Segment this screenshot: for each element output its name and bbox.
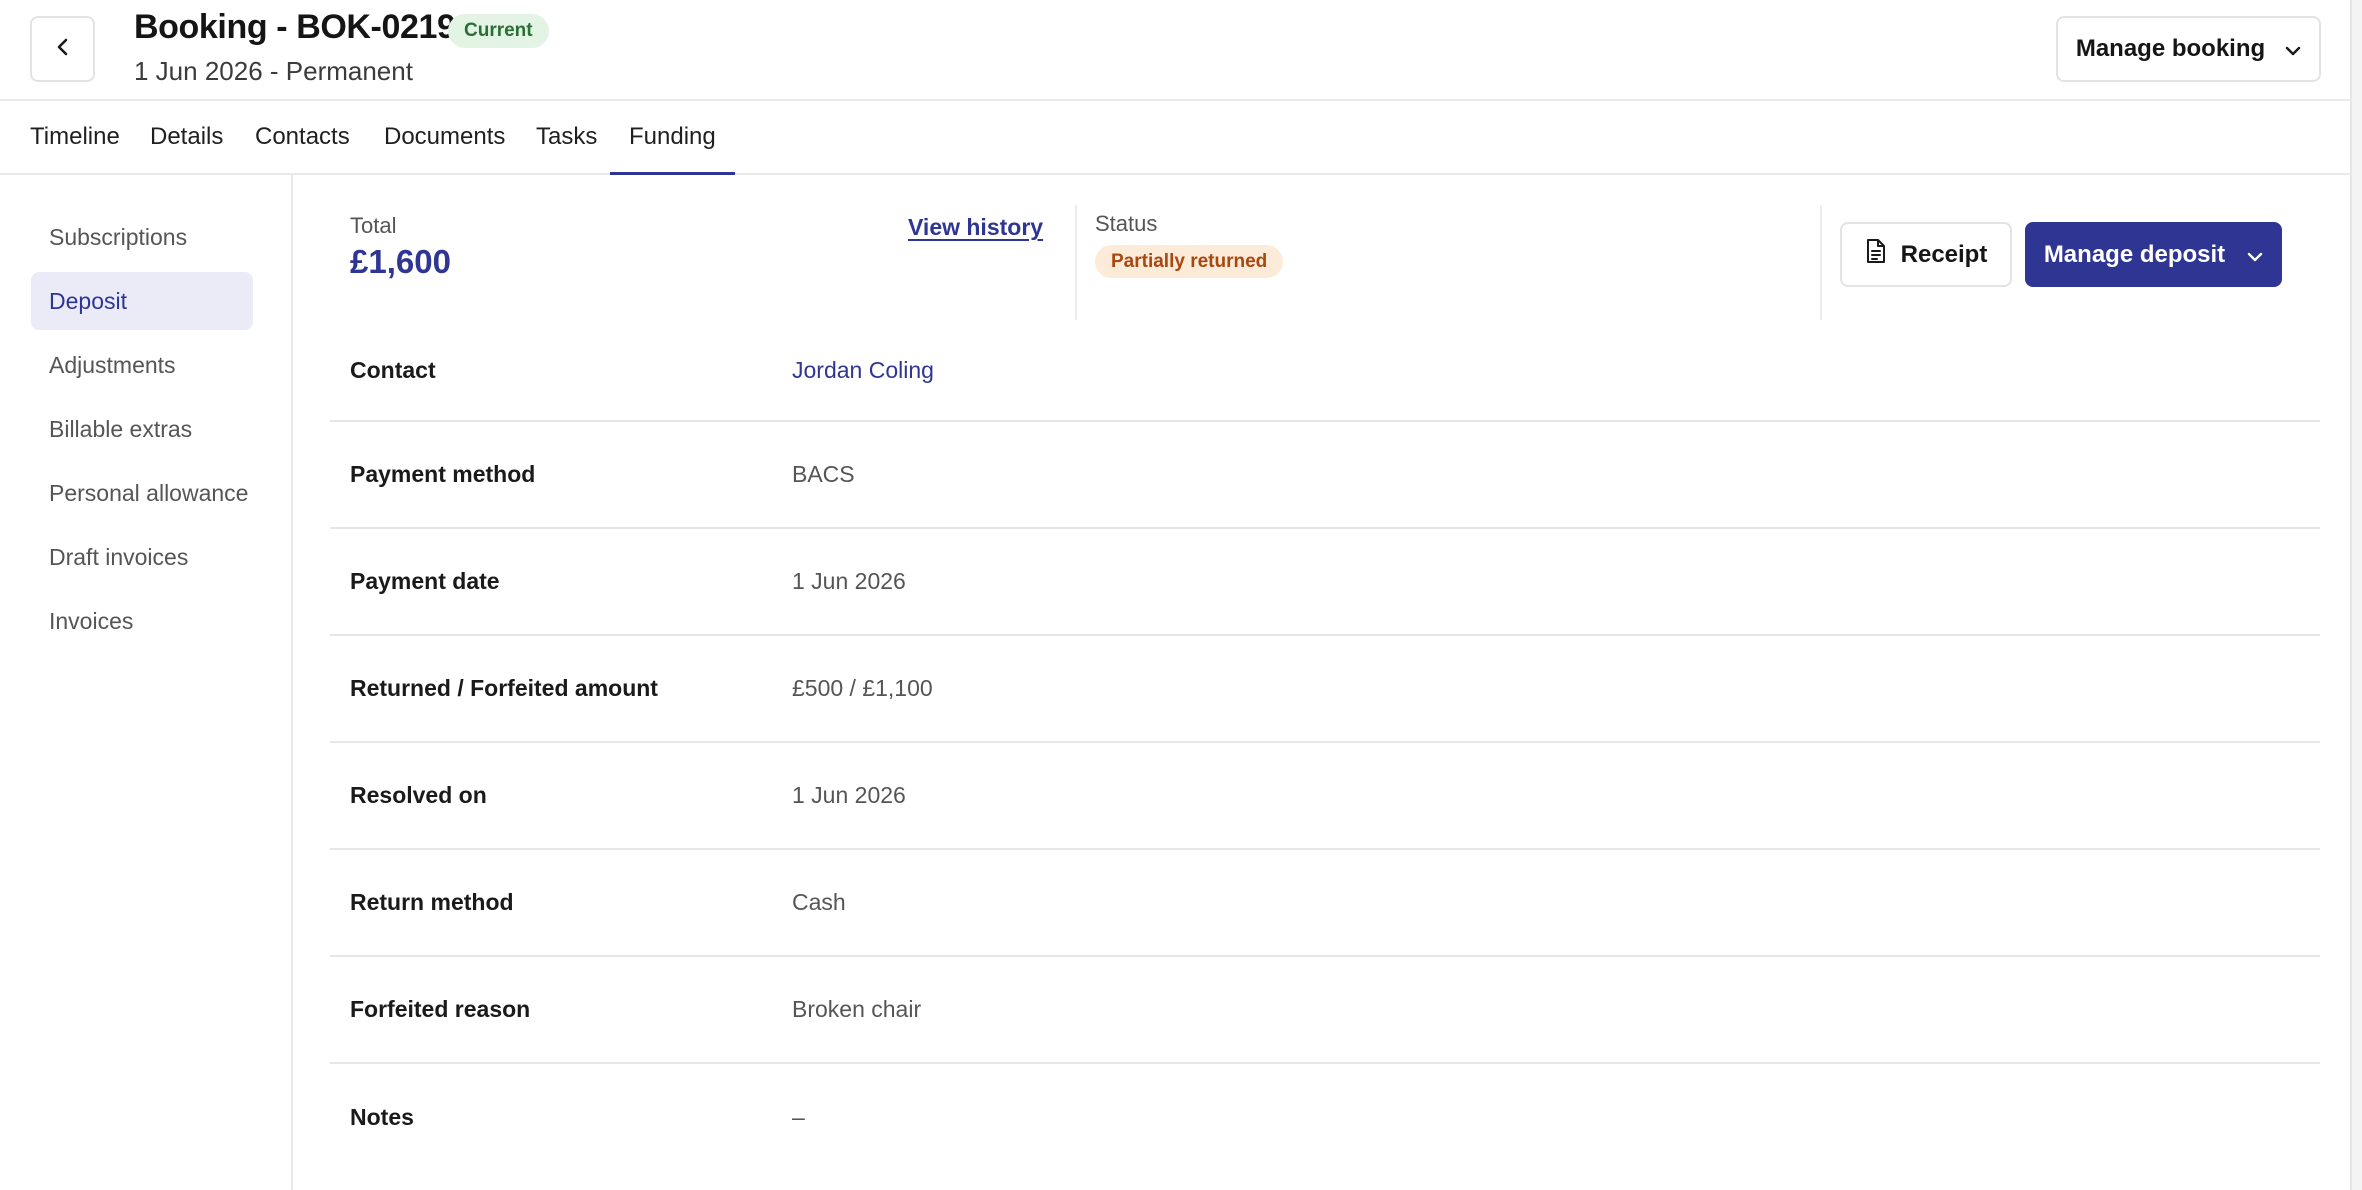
tab-bar: Timeline Details Contacts Documents Task… [0,101,2352,175]
sidebar-item-adjustments[interactable]: Adjustments [31,336,253,394]
deposit-summary: Total £1,600 View history Status Partial… [295,205,2320,320]
deposit-details-list: Contact Jordan Coling Payment method BAC… [330,330,2320,1171]
detail-label: Return method [350,889,514,915]
detail-value: – [792,1104,805,1130]
tab-documents[interactable]: Documents [384,101,505,173]
sidebar-item-billable-extras[interactable]: Billable extras [31,400,253,458]
detail-row-resolved-on: Resolved on 1 Jun 2026 [330,743,2320,850]
view-history-link[interactable]: View history [908,214,1043,241]
manage-booking-label: Manage booking [2075,35,2266,62]
detail-value: BACS [792,461,855,487]
booking-page: Booking - BOK-0219 Current 1 Jun 2026 - … [0,0,2352,1190]
sidebar-item-deposit[interactable]: Deposit [31,272,253,330]
sidebar-item-personal-allowance[interactable]: Personal allowance [31,464,253,522]
contact-link[interactable]: Jordan Coling [792,330,934,410]
sidebar-item-draft-invoices[interactable]: Draft invoices [31,528,253,586]
detail-row-returned-forfeited: Returned / Forfeited amount £500 / £1,10… [330,636,2320,743]
booking-status-badge: Current [448,14,549,48]
deposit-status-badge: Partially returned [1095,245,1284,278]
funding-sidebar: Subscriptions Deposit Adjustments Billab… [0,175,293,1190]
detail-row-payment-date: Payment date 1 Jun 2026 [330,529,2320,636]
detail-row-payment-method: Payment method BACS [330,422,2320,529]
detail-row-forfeited-reason: Forfeited reason Broken chair [330,957,2320,1064]
total-label: Total [350,213,397,238]
chevron-down-icon [2285,35,2301,63]
summary-divider [1075,205,1077,320]
detail-value: 1 Jun 2026 [792,782,906,808]
scrollbar-track[interactable] [2352,0,2362,1190]
total-value: £1,600 [350,243,451,280]
manage-deposit-button[interactable]: Manage deposit [2025,222,2282,287]
chevron-left-icon [56,38,70,61]
page-header: Booking - BOK-0219 Current 1 Jun 2026 - … [0,0,2352,101]
detail-label: Forfeited reason [350,996,531,1022]
detail-row-return-method: Return method Cash [330,850,2320,957]
manage-booking-button[interactable]: Manage booking [2056,16,2321,82]
tab-tasks[interactable]: Tasks [536,101,597,173]
page-title: Booking - BOK-0219 [134,8,456,46]
detail-label: Notes [350,1104,414,1130]
tab-timeline[interactable]: Timeline [30,101,120,173]
tab-contacts[interactable]: Contacts [255,101,350,173]
detail-label: Contact [350,356,436,383]
manage-deposit-label: Manage deposit [2043,240,2226,268]
detail-value: Cash [792,889,846,915]
page-subtitle: 1 Jun 2026 - Permanent [134,56,413,86]
receipt-button[interactable]: Receipt [1840,222,2012,287]
detail-label: Payment method [350,461,536,487]
detail-value: £500 / £1,100 [792,675,933,701]
detail-value: 1 Jun 2026 [792,568,906,594]
status-label: Status [1095,211,1158,236]
deposit-panel: Total £1,600 View history Status Partial… [295,175,2352,1190]
detail-row-notes: Notes – [330,1064,2320,1171]
chevron-down-icon [2247,241,2263,269]
detail-value: Broken chair [792,996,922,1022]
summary-divider [1820,205,1822,320]
tab-funding[interactable]: Funding [610,101,735,175]
receipt-label: Receipt [1900,240,1988,268]
detail-label: Returned / Forfeited amount [350,675,658,701]
detail-row-contact: Contact Jordan Coling [330,330,2320,422]
back-button[interactable] [30,16,95,82]
detail-label: Payment date [350,568,500,594]
sidebar-item-subscriptions[interactable]: Subscriptions [31,208,253,266]
tab-details[interactable]: Details [150,101,223,173]
sidebar-item-invoices[interactable]: Invoices [31,592,253,650]
detail-label: Resolved on [350,782,487,808]
document-icon [1865,238,1887,271]
